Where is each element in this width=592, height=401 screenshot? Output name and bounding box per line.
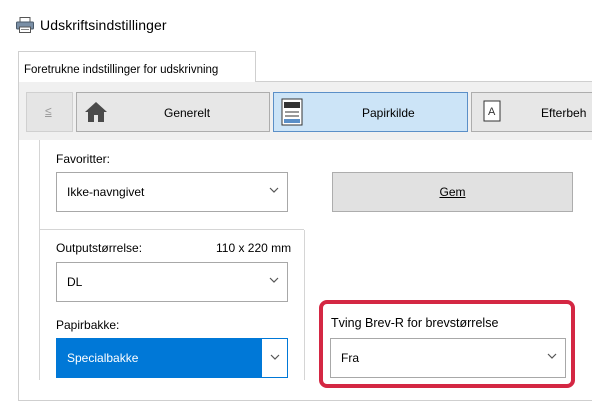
paper-tray-value: Specialbakke — [67, 351, 139, 365]
highlight-frame — [319, 300, 575, 388]
paper-tray-dropdown-button[interactable] — [262, 339, 287, 377]
home-icon — [85, 102, 107, 122]
back-button-label: ≤ — [45, 104, 52, 118]
paper-tray-label: Papirbakke: — [56, 318, 120, 332]
output-size-select[interactable]: DL — [56, 262, 288, 302]
toolbar-general-button[interactable]: Generelt — [76, 92, 270, 132]
favorites-value: Ikke-navngivet — [67, 185, 145, 199]
paper-source-icon — [281, 98, 303, 126]
svg-text:A: A — [488, 106, 496, 118]
toolbar-paper-source-button[interactable]: Papirkilde — [273, 92, 468, 132]
printer-icon — [16, 17, 34, 33]
toolbar-finishing-button[interactable]: A Efterbeh — [471, 92, 592, 132]
section-divider — [39, 229, 304, 230]
save-button-label: Gem — [439, 185, 466, 199]
finishing-icon: A — [483, 100, 501, 122]
section-border — [39, 140, 40, 230]
toolbar-paper-source-label: Papirkilde — [362, 106, 415, 120]
tab-preferences-label: Foretrukne indstillinger for udskrivning — [24, 64, 219, 76]
chevron-down-icon — [270, 354, 280, 360]
output-size-value: DL — [67, 275, 83, 289]
paper-tray-select[interactable]: Specialbakke — [56, 338, 288, 378]
section-border — [39, 230, 40, 380]
chevron-down-icon — [269, 187, 279, 193]
output-size-label: Outputstørrelse: — [56, 241, 143, 255]
save-button[interactable]: Gem — [332, 172, 573, 212]
back-button[interactable]: ≤ — [26, 92, 73, 132]
chevron-down-icon — [269, 277, 279, 283]
section-border — [304, 230, 305, 380]
favorites-label: Favoritter: — [56, 152, 111, 166]
favorites-select[interactable]: Ikke-navngivet — [56, 172, 288, 212]
output-size-dimension: 110 x 220 mm — [216, 241, 292, 255]
toolbar-general-label: Generelt — [164, 106, 211, 120]
toolbar-finishing-label: Efterbeh — [541, 106, 587, 120]
window-title: Udskriftsindstillinger — [40, 17, 167, 33]
